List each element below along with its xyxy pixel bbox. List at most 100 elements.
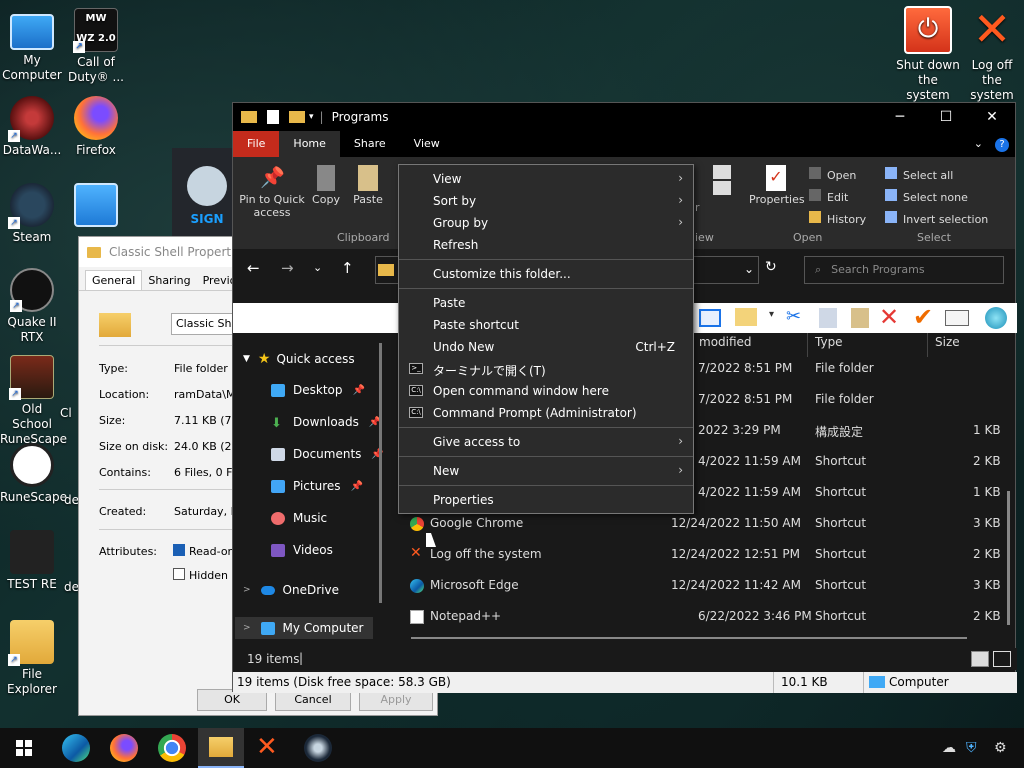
menu-item-refresh[interactable]: Refresh [399,234,693,256]
paste-button[interactable]: Paste [351,165,385,206]
tab-home[interactable]: Home [279,131,340,157]
taskbar-firefox[interactable] [110,734,138,762]
pin-quick-access-button[interactable]: 📌 Pin to Quick access [237,165,307,219]
copy-button[interactable]: Copy [309,165,343,206]
desktop-icon-firefox[interactable]: Firefox [64,96,128,158]
ribbon-collapse-icon[interactable]: ⌄ [968,131,989,157]
close-button[interactable]: ✕ [969,109,1015,125]
back-icon[interactable]: ← [247,259,260,277]
nav-documents[interactable]: Documents 📌 [271,447,384,461]
select-none-button[interactable]: Select none [885,189,968,204]
forward-icon[interactable]: → [281,259,294,277]
desktop-icon-my-computer[interactable]: My Computer [0,10,64,83]
nav-onedrive[interactable]: > OneDrive [243,583,339,597]
taskbar-logoff[interactable]: ✕ [256,732,278,762]
properties-check-icon[interactable] [267,110,279,124]
explorer-titlebar[interactable]: ▾ | Programs ─ ☐ ✕ [233,103,1015,131]
menu-item-properties[interactable]: Properties [399,489,693,511]
copy-icon[interactable] [819,308,837,328]
nav-scrollbar[interactable] [379,343,382,603]
menu-item-paste-shortcut[interactable]: Paste shortcut [399,314,693,336]
start-button[interactable] [16,740,32,756]
desktop-icon-quake[interactable]: ↗ Quake II RTX [0,268,64,345]
tab-file[interactable]: File [233,131,280,157]
paste-icon[interactable] [851,308,869,328]
menu-item-view[interactable]: View › [399,168,693,190]
minimize-button[interactable]: ─ [877,109,923,125]
nav-music[interactable]: Music [271,511,327,525]
nav-desktop[interactable]: Desktop 📌 [271,383,365,397]
desktop-icon-osrs[interactable]: ↗ Old School RuneScape [0,355,67,447]
details-view-icon[interactable] [971,651,989,667]
column-type[interactable]: Type [815,335,843,349]
refresh-icon[interactable]: ↻ [765,259,777,275]
tab-share[interactable]: Share [340,131,400,157]
desktop-icon-runescape[interactable]: RuneScape [0,443,67,505]
hidden-checkbox[interactable] [173,568,185,580]
gear-icon[interactable]: ⚙ [994,740,1007,756]
invert-selection-button[interactable]: Invert selection [885,211,988,226]
open-button[interactable]: Open [809,167,856,182]
edit-button[interactable]: Edit [809,189,848,204]
desktop-icon-call-of-duty[interactable]: MW WZ 2.0 ↗ Call of Duty® ... [64,8,128,85]
menu-item-paste[interactable]: Paste [399,292,693,314]
menu-item-group-by[interactable]: Group by › [399,212,693,234]
tab-sharing[interactable]: Sharing [142,271,196,290]
menu-item-customize[interactable]: Customize this folder... [399,263,693,285]
nav-quick-access[interactable]: ▼ ★ Quick access [243,351,355,367]
desktop-icon-logoff[interactable]: ✕ Log off the system [960,6,1024,103]
readonly-checkbox[interactable] [173,544,185,556]
new-folder-icon[interactable] [289,111,305,123]
taskbar-edge[interactable] [62,734,90,762]
search-input[interactable]: ⌕ Search Programs [804,256,1004,284]
properties-button[interactable]: ✓ Properties [749,165,805,206]
taskbar-file-explorer[interactable] [198,728,244,768]
desktop-icon-steam[interactable]: ↗ Steam [0,183,64,245]
menu-item-give-access[interactable]: Give access to › [399,431,693,453]
large-icons-view-icon[interactable] [993,651,1011,667]
menu-item-sort-by[interactable]: Sort by › [399,190,693,212]
tab-general[interactable]: General [85,270,143,290]
help-icon[interactable]: ? [989,131,1015,157]
desktop-icon-test-re[interactable]: TEST RE [0,530,64,592]
check-icon[interactable]: ✔ [913,303,933,331]
up-icon[interactable]: ↑ [341,259,354,277]
desktop-icon-file-explorer[interactable]: ↗ File Explorer [0,620,64,697]
tab-view[interactable]: View [400,131,454,157]
taskbar-steam[interactable] [304,734,332,762]
menu-item-cmd-admin[interactable]: C:\ Command Prompt (Administrator) [399,402,693,424]
table-row[interactable]: Notepad++ 6/22/2022 3:46 PM Shortcut 2 K… [408,602,1008,632]
nav-downloads[interactable]: ⬇ Downloads 📌 [271,415,381,431]
qat-dropdown-icon[interactable]: ▾ [309,112,314,122]
desktop-icon-datawa[interactable]: ↗ DataWa... [0,96,64,158]
network-off-icon[interactable]: ☁ [942,740,956,756]
horizontal-scrollbar[interactable] [411,637,967,639]
properties-dropdown-icon[interactable]: ▾ [769,309,774,320]
desktop-icon-network[interactable] [64,183,128,230]
desktop-icon-shutdown[interactable]: ⏻ Shut down the system [896,6,960,103]
history-button[interactable]: History [809,211,866,226]
menu-item-new[interactable]: New › [399,460,693,482]
properties-check-icon[interactable] [735,308,757,326]
table-row[interactable]: ✕ Log off the system 12/24/2022 12:51 PM… [408,540,1008,570]
email-icon[interactable] [945,310,969,326]
taskbar-chrome[interactable] [158,734,186,762]
column-modified[interactable]: modified [699,335,752,349]
delete-icon[interactable]: ✕ [879,303,899,331]
globe-icon[interactable] [985,307,1007,329]
table-row[interactable]: Microsoft Edge 12/24/2022 11:42 AM Short… [408,571,1008,601]
select-all-button[interactable]: Select all [885,167,953,182]
view-icon[interactable] [699,309,721,327]
security-shield-icon[interactable]: ⛨ [966,740,977,756]
move-copy-icons[interactable] [707,165,737,197]
nav-videos[interactable]: Videos [271,543,333,557]
nav-my-computer[interactable]: > My Computer [235,617,374,639]
vertical-scrollbar[interactable] [1007,491,1010,625]
address-dropdown-icon[interactable]: ⌄ [744,262,754,276]
menu-item-terminal[interactable]: >_ ターミナルで開く(T) [399,358,693,380]
cut-icon[interactable]: ✂ [786,306,801,327]
menu-item-open-cmd[interactable]: C:\ Open command window here [399,380,693,402]
maximize-button[interactable]: ☐ [923,109,969,125]
nav-pictures[interactable]: Pictures 📌 [271,479,363,493]
column-size[interactable]: Size [935,335,960,349]
